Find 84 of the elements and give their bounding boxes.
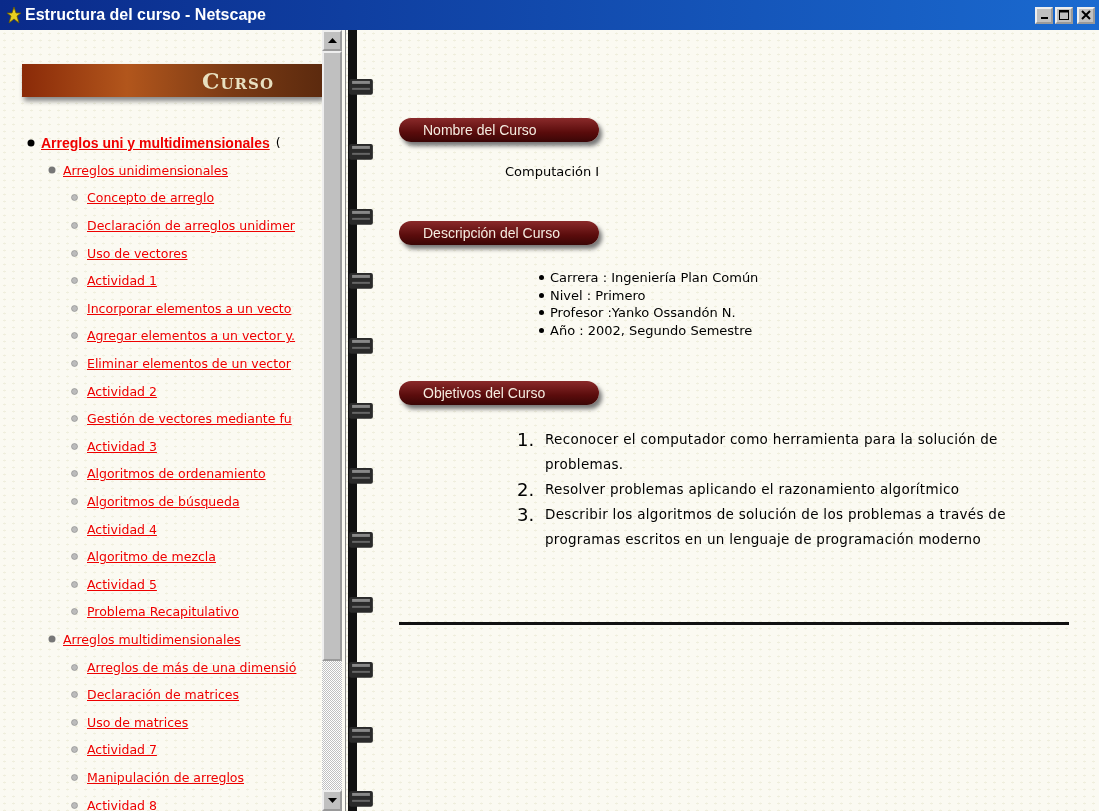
scroll-down-button[interactable] xyxy=(322,790,342,811)
tree-link[interactable]: Arreglos de más de una dimensió xyxy=(87,659,297,675)
bullet-icon xyxy=(71,387,78,395)
bullet-icon xyxy=(71,498,78,505)
bullet-icon xyxy=(71,442,78,450)
maximize-icon xyxy=(1059,10,1069,20)
scroll-up-button[interactable] xyxy=(322,30,342,51)
course-banner: Curso xyxy=(22,64,322,97)
bullet-icon xyxy=(71,332,78,340)
bullet-icon xyxy=(71,663,78,671)
tree-link[interactable]: Agregar elementos a un vector y. xyxy=(87,328,296,344)
description-item: Profesor :Yanko Ossandón N. xyxy=(550,304,736,322)
close-icon xyxy=(1081,10,1091,20)
close-button[interactable] xyxy=(1077,6,1095,24)
star-icon xyxy=(6,6,22,24)
bullet-icon xyxy=(71,580,78,588)
description-item: Carrera : Ingeniería Plan Común xyxy=(550,269,759,287)
tree-link[interactable]: Declaración de arreglos unidimer xyxy=(87,218,295,234)
scrollbar[interactable] xyxy=(322,30,342,811)
tree-link[interactable]: Actividad 4 xyxy=(87,521,157,537)
bullet-icon xyxy=(71,801,78,809)
bullet-icon xyxy=(71,249,78,257)
bullet-icon xyxy=(71,608,78,616)
tree-suffix: ( xyxy=(275,135,281,151)
item-number: 2. xyxy=(517,478,533,502)
bullet-icon xyxy=(48,166,56,175)
objective-text: Describir los algoritmos de solución de los problemas a través de programas escritos en un lenguaje de programación moderno xyxy=(545,505,1007,549)
bullet-icon xyxy=(539,310,544,316)
tree-link[interactable]: Declaración de matrices xyxy=(87,687,240,703)
description-item: Año : 2002, Segundo Semestre xyxy=(550,321,753,339)
section-heading: Nombre del Curso xyxy=(399,118,599,142)
bullet-icon xyxy=(71,415,78,423)
tree-link[interactable]: Arreglos unidimensionales xyxy=(63,162,228,178)
tree-link[interactable]: Actividad 8 xyxy=(87,797,157,811)
bullet-icon xyxy=(539,327,544,333)
tree-link[interactable]: Uso de vectores xyxy=(87,245,188,261)
tree-link[interactable]: Actividad 7 xyxy=(87,742,157,758)
bullet-icon xyxy=(71,773,78,781)
maximize-button[interactable] xyxy=(1055,6,1073,24)
description-item: Nivel : Primero xyxy=(550,286,646,304)
bullet-icon xyxy=(539,275,544,281)
tree-link[interactable]: Gestión de vectores mediante fu xyxy=(87,411,292,427)
bullet-icon xyxy=(71,746,78,754)
section-heading: Objetivos del Curso xyxy=(399,381,599,405)
bullet-icon xyxy=(71,525,78,533)
up-arrow-icon xyxy=(327,38,337,43)
item-number: 1. xyxy=(517,428,533,452)
tree-link[interactable]: Uso de matrices xyxy=(87,714,189,730)
tree-link[interactable]: Manipulación de arreglos xyxy=(87,769,245,785)
bullet-icon xyxy=(48,635,56,644)
minimize-button[interactable] xyxy=(1035,6,1053,24)
tree-link[interactable]: Actividad 3 xyxy=(87,438,157,454)
tree-link[interactable]: Actividad 1 xyxy=(87,273,157,289)
bullet-icon xyxy=(71,194,78,202)
bullet-icon xyxy=(27,138,35,147)
bullet-icon xyxy=(71,360,78,368)
bullet-icon xyxy=(71,222,78,230)
bullet-icon xyxy=(71,553,78,561)
tree-link[interactable]: Actividad 2 xyxy=(87,383,157,399)
scroll-thumb[interactable] xyxy=(322,51,342,661)
section-heading: Descripción del Curso xyxy=(399,221,599,245)
tree-link[interactable]: Algoritmos de ordenamiento xyxy=(87,466,266,482)
tree-link[interactable]: Algoritmo de mezcla xyxy=(87,549,216,565)
tree-link[interactable]: Arreglos uni y multidimensionales xyxy=(41,134,270,151)
tree-link[interactable]: Problema Recapitulativo xyxy=(87,604,239,620)
objective-text: Reconocer el computador como herramienta para la solución de problemas. xyxy=(545,430,999,474)
minimize-icon xyxy=(1040,17,1048,19)
bullet-icon xyxy=(71,304,78,312)
tree-link[interactable]: Algoritmos de búsqueda xyxy=(87,494,240,509)
objective-text: Resolver problemas aplicando el razonamiento algorítmico xyxy=(545,480,960,499)
tree-link[interactable]: Arreglos multidimensionales xyxy=(63,632,241,647)
bullet-icon xyxy=(71,718,78,726)
bullet-icon xyxy=(71,691,78,699)
tree-link[interactable]: Actividad 5 xyxy=(87,576,157,592)
bullet-icon xyxy=(539,292,544,298)
tree-link[interactable]: Incorporar elementos a un vecto xyxy=(87,300,292,316)
bullet-icon xyxy=(71,470,78,478)
window-title: Estructura del curso - Netscape xyxy=(25,6,266,24)
item-number: 3. xyxy=(517,503,533,527)
course-name: Computación I xyxy=(505,164,601,179)
bullet-icon xyxy=(71,277,78,285)
tree-link[interactable]: Concepto de arreglo xyxy=(87,190,215,206)
down-arrow-icon xyxy=(327,798,337,803)
tree-link[interactable]: Eliminar elementos de un vector xyxy=(87,356,291,372)
